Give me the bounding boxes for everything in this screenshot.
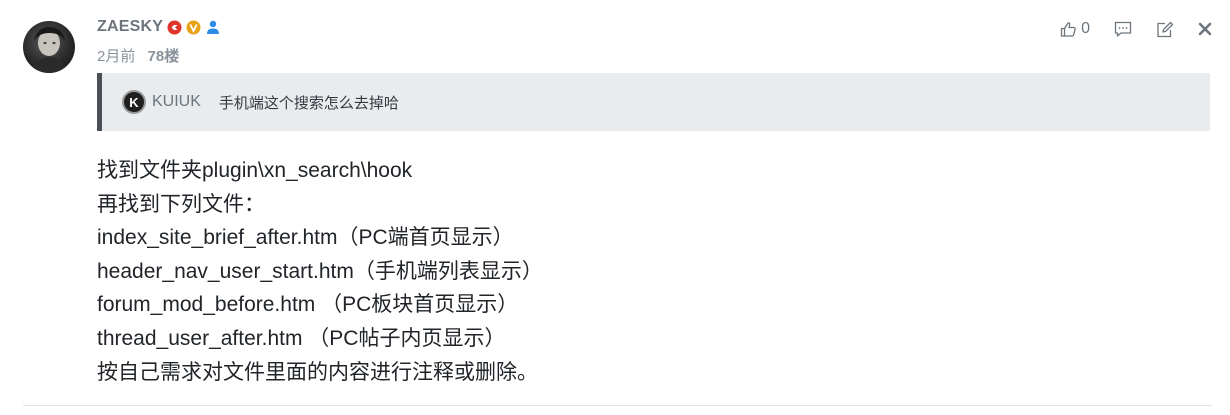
post-item: ZAESKY 2月前 78楼 0 K KUIUK 手机端这个搜索怎么去掉哈 找到… xyxy=(0,0,1230,415)
divider xyxy=(23,405,1212,406)
like-count: 0 xyxy=(1081,20,1090,37)
vip-badge-icon xyxy=(186,20,201,35)
admin-badge-icon xyxy=(167,20,182,35)
post-actions: 0 xyxy=(1036,20,1212,38)
content-line: forum_mod_before.htm （PC板块首页显示） xyxy=(97,293,519,317)
post-meta: 2月前 78楼 xyxy=(97,45,179,66)
post-content: 找到文件夹plugin\xn_search\hook 再找到下列文件： inde… xyxy=(97,154,543,389)
post-time: 2月前 xyxy=(97,48,136,65)
quote-avatar[interactable]: K xyxy=(122,90,146,114)
quote-block: K KUIUK 手机端这个搜索怎么去掉哈 xyxy=(97,73,1210,131)
content-line: 找到文件夹plugin\xn_search\hook xyxy=(97,159,413,182)
comment-icon xyxy=(1114,21,1132,37)
quote-username[interactable]: KUIUK xyxy=(152,93,201,111)
reply-button[interactable] xyxy=(1114,21,1132,38)
content-line: 按自己需求对文件里面的内容进行注释或删除。 xyxy=(97,360,538,384)
username[interactable]: ZAESKY xyxy=(97,18,220,36)
content-line: header_nav_user_start.htm（手机端列表显示） xyxy=(97,259,543,283)
content-line: index_site_brief_after.htm（PC端首页显示） xyxy=(97,226,514,250)
edit-icon xyxy=(1157,21,1174,37)
user-icon xyxy=(205,20,220,35)
edit-button[interactable] xyxy=(1156,21,1174,38)
delete-button[interactable] xyxy=(1198,22,1212,36)
quote-text: 手机端这个搜索怎么去掉哈 xyxy=(218,94,399,112)
quote-avatar-letter: K xyxy=(129,94,139,110)
content-line: 再找到下列文件： xyxy=(97,192,265,216)
like-button[interactable]: 0 xyxy=(1060,20,1090,38)
floor-number: 78楼 xyxy=(147,48,180,65)
avatar[interactable] xyxy=(23,21,75,73)
content-line: thread_user_after.htm （PC帖子内页显示） xyxy=(97,326,506,350)
username-text[interactable]: ZAESKY xyxy=(97,18,163,36)
thumbs-up-icon xyxy=(1060,21,1076,37)
close-icon xyxy=(1198,22,1212,36)
